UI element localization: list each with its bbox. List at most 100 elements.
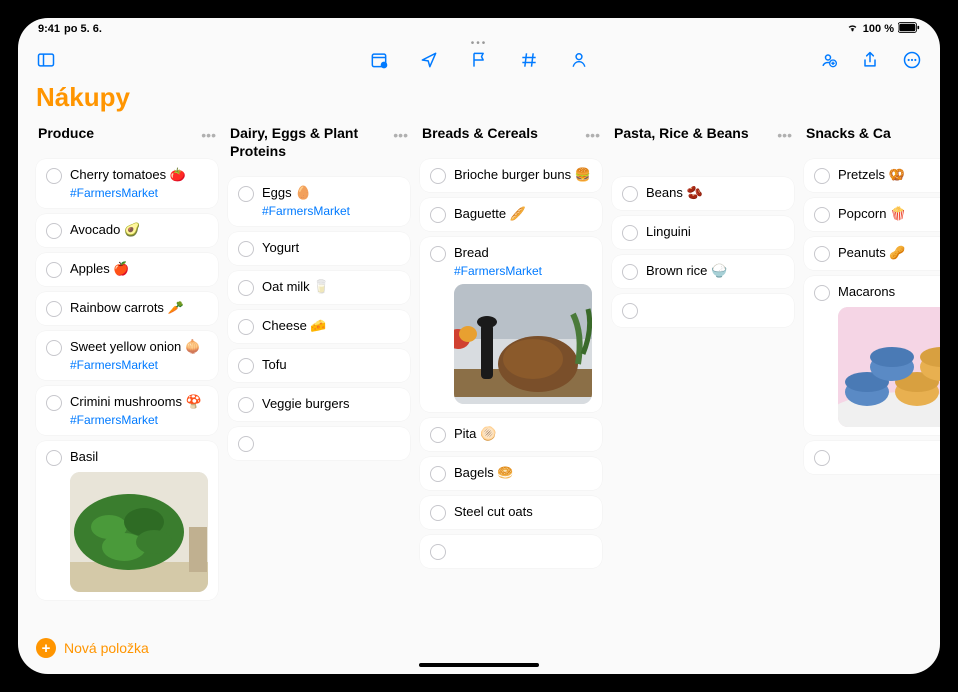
list-item[interactable]: Peanuts 🥜 [804,237,940,270]
list-item[interactable]: Tofu [228,349,410,382]
items-list: Pretzels 🥨 Popcorn 🍿 Peanuts 🥜 Macarons [804,159,940,474]
list-item[interactable]: Brown rice 🍚 [612,255,794,288]
item-body: Tofu [262,357,400,374]
item-body: Eggs 🥚#FarmersMarket [262,185,400,218]
checkbox-circle[interactable] [430,427,446,443]
items-list: Beans 🫘 Linguini Brown rice 🍚 [612,177,794,327]
column-more-icon[interactable]: ••• [585,125,600,143]
list-item[interactable]: Bagels 🥯 [420,457,602,490]
list-item[interactable]: Bread#FarmersMarket [420,237,602,412]
list-item[interactable]: Crimini mushrooms 🍄#FarmersMarket [36,386,218,435]
list-item[interactable]: Veggie burgers [228,388,410,421]
list-item[interactable]: Sweet yellow onion 🧅#FarmersMarket [36,331,218,380]
location-icon[interactable] [419,50,439,70]
list-item[interactable]: Oat milk 🥛 [228,271,410,304]
list-item[interactable]: Popcorn 🍿 [804,198,940,231]
checkbox-circle[interactable] [46,395,62,411]
item-body: Steel cut oats [454,504,592,521]
item-tag[interactable]: #FarmersMarket [70,413,208,427]
list-item[interactable]: Brioche burger buns 🍔 [420,159,602,192]
checkbox-circle[interactable] [238,436,254,452]
checkbox-circle[interactable] [238,280,254,296]
checkbox-circle[interactable] [238,358,254,374]
checkbox-circle[interactable] [46,340,62,356]
home-indicator[interactable] [419,663,539,667]
column: Produce ••• Cherry tomatoes 🍅#FarmersMarke… [36,121,218,620]
checkbox-circle[interactable] [622,303,638,319]
checkbox-circle[interactable] [814,285,830,301]
list-item[interactable]: Beans 🫘 [612,177,794,210]
item-image[interactable] [454,284,592,404]
checkbox-circle[interactable] [238,186,254,202]
list-item[interactable]: Pretzels 🥨 [804,159,940,192]
item-body: Cherry tomatoes 🍅#FarmersMarket [70,167,208,200]
share-icon[interactable] [860,50,880,70]
person-icon[interactable] [569,50,589,70]
list-item[interactable]: Eggs 🥚#FarmersMarket [228,177,410,226]
checkbox-circle[interactable] [430,544,446,560]
checkbox-circle[interactable] [622,264,638,280]
checkbox-circle[interactable] [814,168,830,184]
list-item[interactable]: Linguini [612,216,794,249]
list-item[interactable]: Yogurt [228,232,410,265]
column-more-icon[interactable]: ••• [201,125,216,143]
more-icon[interactable] [902,50,922,70]
list-item[interactable]: Avocado 🥑 [36,214,218,247]
checkbox-circle[interactable] [46,450,62,466]
column: Breads & Cereals ••• Brioche burger buns 🍔… [420,121,602,620]
column-title[interactable]: Breads & Cereals [422,125,538,143]
checkbox-circle[interactable] [814,450,830,466]
item-image[interactable] [70,472,208,592]
item-body: Pretzels 🥨 [838,167,940,184]
checkbox-circle[interactable] [430,246,446,262]
item-empty[interactable] [228,427,410,460]
checkbox-circle[interactable] [238,319,254,335]
item-tag[interactable]: #FarmersMarket [454,264,592,278]
checkbox-circle[interactable] [46,301,62,317]
checkbox-circle[interactable] [622,186,638,202]
hashtag-icon[interactable] [519,50,539,70]
list-item[interactable]: Cherry tomatoes 🍅#FarmersMarket [36,159,218,208]
column-title[interactable]: Dairy, Eggs & Plant Proteins [230,125,393,160]
checkbox-circle[interactable] [814,207,830,223]
item-tag[interactable]: #FarmersMarket [70,358,208,372]
sidebar-icon[interactable] [36,50,56,70]
new-item-button[interactable]: + Nová položka [36,638,149,658]
status-time: 9:41 [38,23,60,35]
column-more-icon[interactable]: ••• [777,125,792,143]
list-item[interactable]: Rainbow carrots 🥕 [36,292,218,325]
item-empty[interactable] [420,535,602,568]
calendar-icon[interactable] [369,50,389,70]
list-item[interactable]: Steel cut oats [420,496,602,529]
column-more-icon[interactable]: ••• [393,125,408,143]
checkbox-circle[interactable] [430,466,446,482]
list-item[interactable]: Pita 🫓 [420,418,602,451]
list-item[interactable]: Basil [36,441,218,600]
column-title[interactable]: Produce [38,125,94,143]
item-empty[interactable] [804,441,940,474]
list-item[interactable]: Macarons [804,276,940,435]
item-label: Oat milk 🥛 [262,279,400,296]
column-title[interactable]: Pasta, Rice & Beans [614,125,749,143]
item-empty[interactable] [612,294,794,327]
list-item[interactable]: Apples 🍎 [36,253,218,286]
item-image[interactable] [838,307,940,427]
checkbox-circle[interactable] [238,241,254,257]
item-tag[interactable]: #FarmersMarket [262,204,400,218]
item-tag[interactable]: #FarmersMarket [70,186,208,200]
list-item[interactable]: Cheese 🧀 [228,310,410,343]
checkbox-circle[interactable] [46,168,62,184]
checkbox-circle[interactable] [430,168,446,184]
checkbox-circle[interactable] [814,246,830,262]
checkbox-circle[interactable] [430,505,446,521]
collaborate-icon[interactable] [818,50,838,70]
checkbox-circle[interactable] [46,262,62,278]
column-header: Pasta, Rice & Beans ••• [612,121,794,177]
column-title[interactable]: Snacks & Ca [806,125,891,143]
list-item[interactable]: Baguette 🥖 [420,198,602,231]
checkbox-circle[interactable] [46,223,62,239]
checkbox-circle[interactable] [622,225,638,241]
checkbox-circle[interactable] [430,207,446,223]
flag-icon[interactable] [469,50,489,70]
checkbox-circle[interactable] [238,397,254,413]
